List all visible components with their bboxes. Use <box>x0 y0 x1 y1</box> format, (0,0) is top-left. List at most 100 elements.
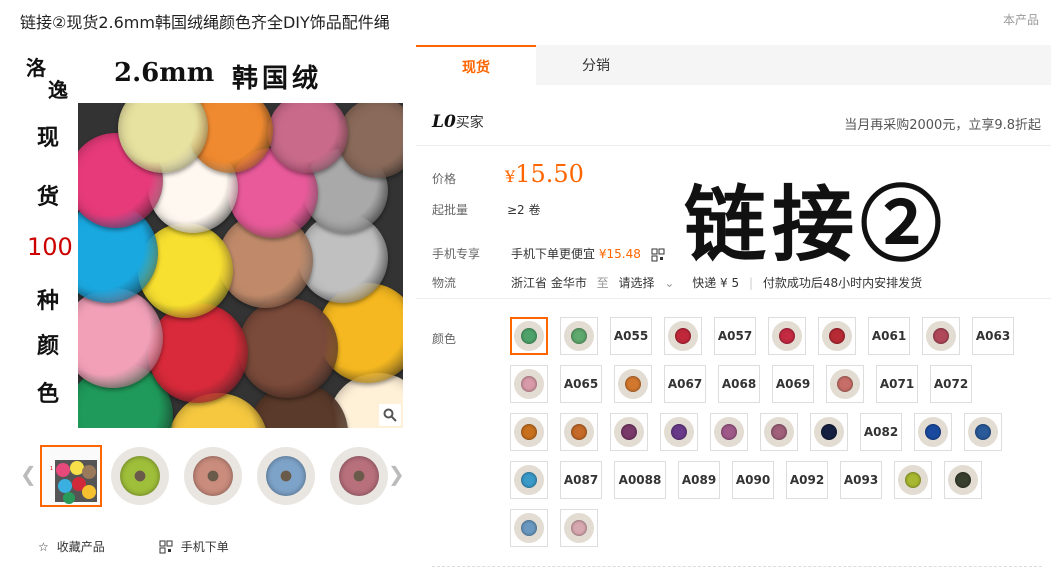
color-swatch-a055[interactable]: A055 <box>610 317 652 355</box>
swatch-spool <box>514 513 544 543</box>
color-swatch-image[interactable] <box>944 461 982 499</box>
destination-select[interactable]: 请选择 ⌄ <box>619 276 675 290</box>
mobile-price: ¥15.48 <box>598 247 641 261</box>
color-swatch-a068[interactable]: A068 <box>718 365 760 403</box>
color-swatch-image[interactable] <box>614 365 652 403</box>
color-swatch-a087[interactable]: A087 <box>560 461 602 499</box>
divider-bar: | <box>748 276 754 290</box>
color-swatch-image[interactable] <box>660 413 698 451</box>
swatch-color <box>721 424 737 440</box>
swatch-spool <box>514 417 544 447</box>
color-swatch-image[interactable] <box>664 317 702 355</box>
size-text: 2.6mm <box>114 58 215 88</box>
qr-code-icon <box>159 540 173 553</box>
color-swatch-image[interactable] <box>510 461 548 499</box>
tab-in-stock[interactable]: 现货 <box>416 45 536 85</box>
color-swatch-a061[interactable]: A061 <box>868 317 910 355</box>
color-swatch-image[interactable] <box>964 413 1002 451</box>
moq-label: 起批量 <box>432 203 469 217</box>
thumbnail-5[interactable] <box>330 447 388 505</box>
mobile-exclusive-label: 手机专享 <box>432 247 481 261</box>
swatch-color <box>675 328 691 344</box>
swatch-color <box>571 520 587 536</box>
chevron-left-icon[interactable]: ❮ <box>20 462 37 486</box>
color-swatch-a067[interactable]: A067 <box>664 365 706 403</box>
color-swatch-image[interactable] <box>560 413 598 451</box>
favorite-button[interactable]: ☆ 收藏产品 <box>38 538 105 555</box>
price-value: ¥15.50 <box>505 160 584 188</box>
swatch-color <box>771 424 787 440</box>
thumbnail-spool <box>266 456 306 496</box>
swatch-spool <box>918 417 948 447</box>
chevron-right-icon[interactable]: ❯ <box>388 462 405 486</box>
color-swatch-image[interactable] <box>510 317 548 355</box>
svg-text:1: 1 <box>50 466 53 472</box>
color-swatch-image[interactable] <box>560 317 598 355</box>
dotted-divider <box>432 566 1042 567</box>
logistics-info: 浙江省 金华市 至 请选择 ⌄ 快递 ¥ 5 | 付款成功后48小时内安排发货 <box>511 274 922 291</box>
side-char: 100 <box>27 233 73 261</box>
brand-char-2: 逸 <box>48 78 68 102</box>
color-swatch-a0088[interactable]: A0088 <box>614 461 666 499</box>
to-label: 至 <box>596 276 609 290</box>
swatch-color <box>933 328 949 344</box>
corner-label[interactable]: 本产品 <box>1003 11 1039 28</box>
color-swatch-a069[interactable]: A069 <box>772 365 814 403</box>
color-swatch-image[interactable] <box>560 509 598 547</box>
mobile-order-button[interactable]: 手机下单 <box>159 538 229 555</box>
color-swatch-image[interactable] <box>922 317 960 355</box>
color-swatch-image[interactable] <box>610 413 648 451</box>
buyer-label: 买家 <box>455 115 484 131</box>
thumbnail-4[interactable] <box>257 447 315 505</box>
swatch-spool <box>514 465 544 495</box>
mobile-exclusive-info[interactable]: 手机下单更便宜 ¥15.48 <box>511 245 665 262</box>
color-swatch-a082[interactable]: A082 <box>860 413 902 451</box>
color-swatch-a071[interactable]: A071 <box>876 365 918 403</box>
color-swatch-a065[interactable]: A065 <box>560 365 602 403</box>
magnifier-icon[interactable] <box>379 404 401 426</box>
swatch-color <box>821 424 837 440</box>
star-icon: ☆ <box>38 539 49 554</box>
tab-distribution[interactable]: 分销 <box>536 45 656 85</box>
color-swatch-image[interactable] <box>914 413 952 451</box>
thumbnail-spool <box>120 456 160 496</box>
thumbnail-strip: ❮ 1 ❯ <box>20 445 405 507</box>
swatch-spool <box>764 417 794 447</box>
shipping-note: 付款成功后48小时内安排发货 <box>762 276 923 290</box>
color-swatch-a089[interactable]: A089 <box>678 461 720 499</box>
color-swatch-image[interactable] <box>510 413 548 451</box>
color-swatch-a057[interactable]: A057 <box>714 317 756 355</box>
color-swatch-image[interactable] <box>710 413 748 451</box>
main-product-image[interactable]: 洛 逸 2.6mm 韩国绒 现货 100 种颜色 <box>20 46 403 428</box>
color-swatch-a090[interactable]: A090 <box>732 461 774 499</box>
color-swatch-image[interactable] <box>810 413 848 451</box>
swatch-spool <box>514 369 544 399</box>
color-swatch-image[interactable] <box>510 365 548 403</box>
color-swatch-image[interactable] <box>818 317 856 355</box>
color-swatch-a093[interactable]: A093 <box>840 461 882 499</box>
swatch-spool <box>814 417 844 447</box>
color-swatch-image[interactable] <box>760 413 798 451</box>
color-swatch-image[interactable] <box>510 509 548 547</box>
overlay-text: 链接② <box>684 177 949 273</box>
swatch-spool <box>564 321 594 351</box>
color-swatch-a063[interactable]: A063 <box>972 317 1014 355</box>
swatch-spool <box>714 417 744 447</box>
swatch-color <box>521 424 537 440</box>
color-swatch-a092[interactable]: A092 <box>786 461 828 499</box>
color-swatch-image[interactable] <box>826 365 864 403</box>
thumbnail-3[interactable] <box>184 447 242 505</box>
swatch-color <box>521 328 537 344</box>
swatch-color <box>925 424 941 440</box>
color-swatch-a072[interactable]: A072 <box>930 365 972 403</box>
side-char: 色 <box>37 381 60 407</box>
color-swatch-image[interactable] <box>894 461 932 499</box>
material-text: 韩国绒 <box>232 64 323 94</box>
thumbnail-1[interactable]: 1 <box>40 445 102 507</box>
color-swatch-image[interactable] <box>768 317 806 355</box>
thumbnail-2[interactable] <box>111 447 169 505</box>
swatch-spool <box>564 417 594 447</box>
spool-image <box>148 303 248 403</box>
swatch-color <box>621 424 637 440</box>
product-title: 链接②现货2.6mm韩国绒绳颜色齐全DIY饰品配件绳 <box>20 13 390 32</box>
